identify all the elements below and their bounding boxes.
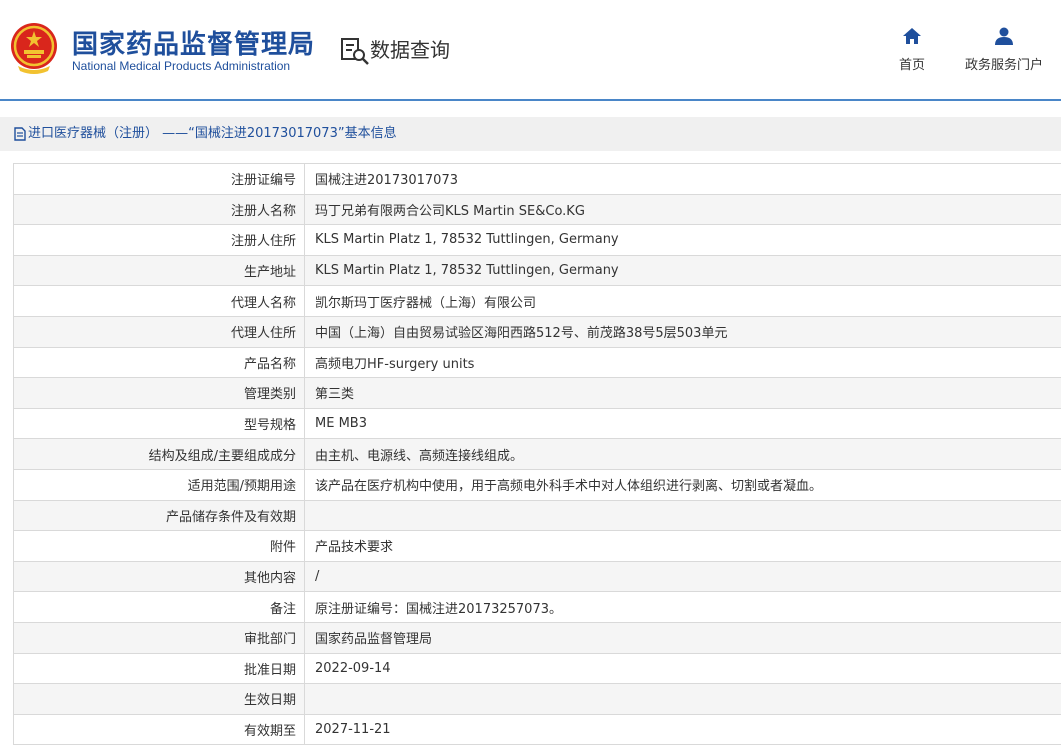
nav-portal-link[interactable]: 政务服务门户: [962, 26, 1046, 73]
registration-info-table: 注册证编号 国械注进20173017073 注册人名称 玛丁兄弟有限两合公司KLS M…: [13, 163, 1061, 746]
field-value: 第三类: [304, 377, 1061, 409]
field-value: 国械注进20173017073: [304, 163, 1061, 195]
field-value: 凯尔斯玛丁医疗器械（上海）有限公司: [304, 285, 1061, 317]
field-label: 注册人名称: [13, 193, 305, 226]
user-icon: [995, 27, 1013, 45]
field-value: 产品技术要求: [304, 530, 1061, 562]
field-value: 原注册证编号：国械注进20173257073。: [304, 591, 1061, 623]
field-label: 产品名称: [13, 346, 305, 379]
table-row: 其他内容 /: [13, 560, 1061, 593]
table-row: 生产地址 KLS Martin Platz 1, 78532 Tuttlingen…: [13, 254, 1061, 287]
field-value: 高频电刀HF-surgery units: [304, 346, 1061, 379]
field-value: ME MB3: [304, 407, 1061, 440]
table-row: 附件 产品技术要求: [13, 530, 1061, 562]
field-label: 审批部门: [13, 621, 305, 654]
table-row: 产品名称 高频电刀HF-surgery units: [13, 346, 1061, 379]
field-label: 生产地址: [13, 254, 305, 287]
table-row: 注册人名称 玛丁兄弟有限两合公司KLS Martin SE&Co.KG: [13, 193, 1061, 226]
field-label: 附件: [13, 530, 305, 562]
nav-home-link[interactable]: 首页: [896, 26, 928, 73]
field-value: KLS Martin Platz 1, 78532 Tuttlingen, Ge…: [304, 224, 1061, 256]
nav-portal-label[interactable]: 政务服务门户: [965, 58, 1043, 73]
field-value: [304, 499, 1061, 532]
header-divider: [0, 99, 1061, 101]
table-row: 代理人住所 中国（上海）自由贸易试验区海阳西路512号、前茂路38号5层503单元: [13, 315, 1061, 348]
table-row: 注册证编号 国械注进20173017073: [13, 163, 1061, 195]
national-emblem-icon: [11, 23, 57, 74]
table-row: 型号规格 ME MB3: [13, 407, 1061, 440]
field-value: /: [304, 560, 1061, 593]
site-title[interactable]: 国家药品监督管理局: [72, 24, 315, 61]
field-label: 批准日期: [13, 652, 305, 685]
table-row: 有效期至 2027-11-21: [13, 713, 1061, 746]
field-label: 结构及组成/主要组成成分: [13, 438, 305, 470]
field-label: 有效期至: [13, 713, 305, 746]
field-value: 玛丁兄弟有限两合公司KLS Martin SE&Co.KG: [304, 193, 1061, 226]
field-value: 2022-09-14: [304, 652, 1061, 685]
field-value: 中国（上海）自由贸易试验区海阳西路512号、前茂路38号5层503单元: [304, 315, 1061, 348]
table-row: 代理人名称 凯尔斯玛丁医疗器械（上海）有限公司: [13, 285, 1061, 317]
table-row: 管理类别 第三类: [13, 377, 1061, 409]
field-value: KLS Martin Platz 1, 78532 Tuttlingen, Ge…: [304, 254, 1061, 287]
table-row: 生效日期: [13, 683, 1061, 715]
field-label: 生效日期: [13, 683, 305, 715]
document-icon: [14, 126, 26, 141]
field-value: 该产品在医疗机构中使用，用于高频电外科手术中对人体组织进行剥离、切割或者凝血。: [304, 468, 1061, 501]
field-value: 2027-11-21: [304, 713, 1061, 746]
home-icon: [903, 28, 921, 44]
breadcrumb-text: 进口医疗器械（注册） ——“国械注进20173017073”基本信息: [28, 126, 397, 141]
table-row: 备注 原注册证编号：国械注进20173257073。: [13, 591, 1061, 623]
field-value: 由主机、电源线、高频连接线组成。: [304, 438, 1061, 470]
table-row: 审批部门 国家药品监督管理局: [13, 621, 1061, 654]
nav-home-label[interactable]: 首页: [899, 58, 925, 73]
site-subtitle[interactable]: National Medical Products Administration: [72, 59, 290, 73]
field-value: 国家药品监督管理局: [304, 621, 1061, 654]
table-row: 批准日期 2022-09-14: [13, 652, 1061, 685]
field-label: 管理类别: [13, 377, 305, 409]
breadcrumb: 进口医疗器械（注册） ——“国械注进20173017073”基本信息: [0, 117, 1061, 151]
field-value: [304, 683, 1061, 715]
page-header: 国家药品监督管理局 National Medical Products Admi…: [0, 0, 1061, 101]
field-label: 型号规格: [13, 407, 305, 440]
field-label: 代理人住所: [13, 315, 305, 348]
field-label: 代理人名称: [13, 285, 305, 317]
data-query-icon: [341, 38, 369, 65]
table-row: 适用范围/预期用途 该产品在医疗机构中使用，用于高频电外科手术中对人体组织进行剥离…: [13, 468, 1061, 501]
field-label: 注册证编号: [13, 163, 305, 195]
field-label: 适用范围/预期用途: [13, 468, 305, 501]
table-row: 注册人住所 KLS Martin Platz 1, 78532 Tuttlinge…: [13, 224, 1061, 256]
field-label: 其他内容: [13, 560, 305, 593]
field-label: 产品储存条件及有效期: [13, 499, 305, 532]
table-row: 结构及组成/主要组成成分 由主机、电源线、高频连接线组成。: [13, 438, 1061, 470]
table-row: 产品储存条件及有效期: [13, 499, 1061, 532]
field-label: 注册人住所: [13, 224, 305, 256]
section-title: 数据查询: [370, 38, 450, 62]
field-label: 备注: [13, 591, 305, 623]
